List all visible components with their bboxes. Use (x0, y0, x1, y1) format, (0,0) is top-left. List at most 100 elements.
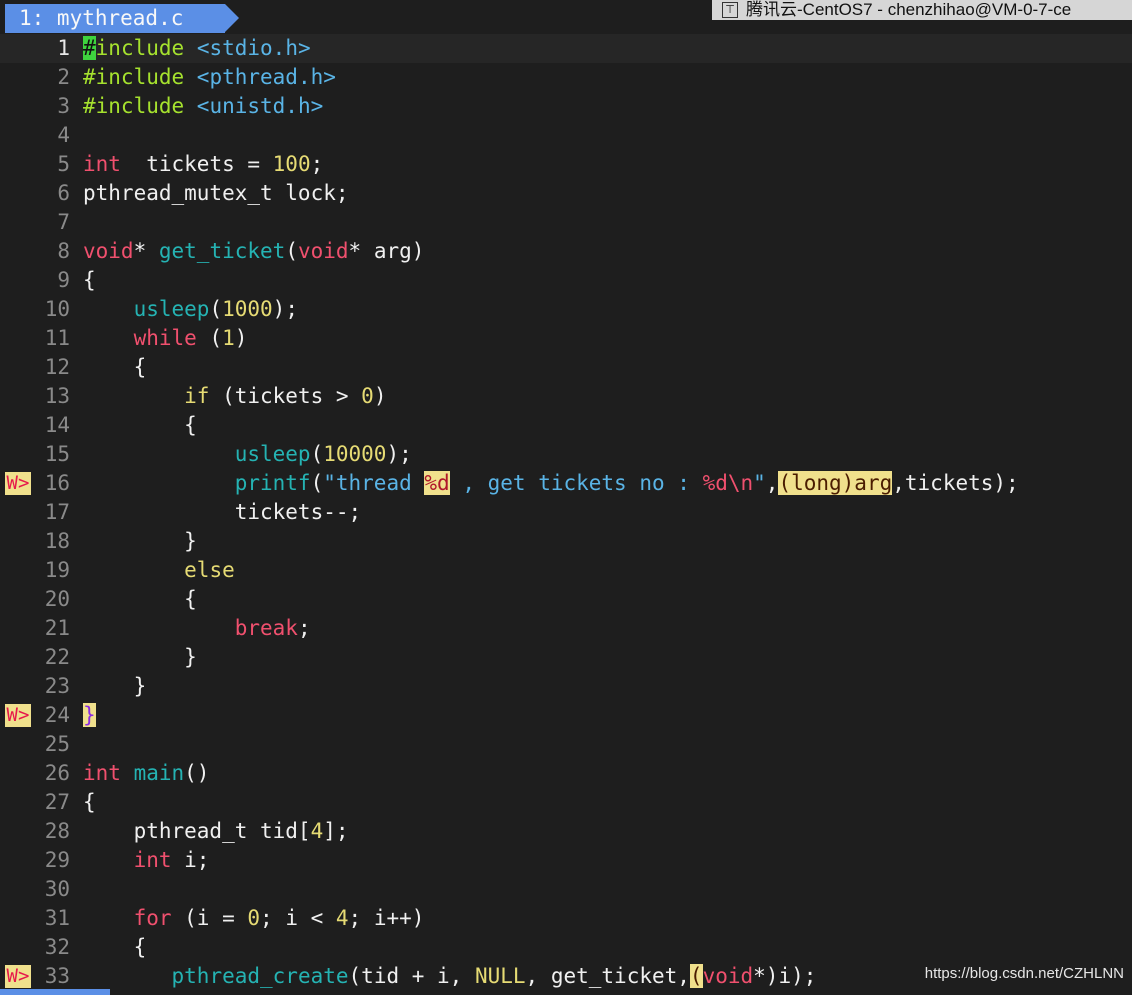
line-number: 2 (57, 65, 70, 89)
code-token: void (702, 964, 754, 988)
code-token: , get tickets no : (449, 471, 703, 495)
code-line[interactable]: 9{ (0, 266, 1132, 295)
code-line[interactable]: W> 16 printf("thread %d , get tickets no … (0, 469, 1132, 498)
line-number: 1 (57, 36, 70, 60)
pin-icon[interactable]: ⊤ (722, 2, 738, 18)
code-token: { (83, 790, 96, 814)
code-line[interactable]: 15 usleep(10000); (0, 440, 1132, 469)
code-token: ) (234, 326, 248, 350)
code-line[interactable]: 32 { (0, 933, 1132, 962)
line-number: 11 (44, 326, 70, 350)
code-text: break; (83, 614, 311, 643)
line-number: 32 (44, 935, 70, 959)
line-number: 23 (44, 674, 70, 698)
code-line[interactable]: 22 } (0, 643, 1132, 672)
code-token: , get_ticket, (525, 964, 690, 988)
code-line[interactable]: 20 { (0, 585, 1132, 614)
code-text: tickets--; (83, 498, 361, 527)
code-line[interactable]: 18 } (0, 527, 1132, 556)
code-token: ( (196, 326, 223, 350)
line-number: 20 (44, 587, 70, 611)
line-number: 13 (44, 384, 70, 408)
line-number: 27 (44, 790, 70, 814)
code-line[interactable]: W> 24} (0, 701, 1132, 730)
line-number: 24 (44, 703, 70, 727)
code-token: void (297, 239, 349, 263)
code-token: for (133, 906, 172, 930)
code-line[interactable]: 28 pthread_t tid[4]; (0, 817, 1132, 846)
code-token: } (83, 529, 197, 553)
code-token: NULL (474, 964, 526, 988)
warning-sign-icon: W> (5, 472, 31, 495)
code-text: if (tickets > 0) (83, 382, 386, 411)
code-line[interactable]: 3 #include <unistd.h> (0, 92, 1132, 121)
watermark: https://blog.csdn.net/CZHLNN (924, 965, 1124, 982)
code-line[interactable]: 31 for (i = 0; i < 4; i++) (0, 904, 1132, 933)
code-line[interactable]: 7 (0, 208, 1132, 237)
line-number: 21 (44, 616, 70, 640)
code-line[interactable]: 2 #include <pthread.h> (0, 63, 1132, 92)
code-token: pthread_t tid[ (83, 819, 311, 843)
code-text: { (83, 353, 147, 382)
line-number: 5 (57, 152, 70, 176)
code-token: (long)arg (778, 471, 893, 495)
code-token: void (83, 239, 134, 263)
code-line[interactable]: 25 (0, 730, 1132, 759)
code-line[interactable]: 19 else (0, 556, 1132, 585)
code-token: * arg) (348, 239, 425, 263)
code-token: 100 (272, 152, 311, 176)
code-token: { (83, 268, 96, 292)
code-line[interactable]: 29 int i; (0, 846, 1132, 875)
code-token: () (184, 761, 210, 785)
code-token: 1 (222, 326, 235, 350)
code-token: #include (83, 65, 197, 89)
code-token: ( (310, 442, 324, 466)
code-line[interactable]: 14 { (0, 411, 1132, 440)
code-line[interactable]: 26 int main() (0, 759, 1132, 788)
code-line[interactable]: 5 int tickets = 100; (0, 150, 1132, 179)
code-line[interactable]: 11 while (1) (0, 324, 1132, 353)
code-line[interactable]: 1 #include <stdio.h> (0, 34, 1132, 63)
code-token: usleep (234, 442, 311, 466)
code-line[interactable]: 13 if (tickets > 0) (0, 382, 1132, 411)
line-number: 33 (44, 964, 70, 988)
code-line[interactable]: 4 (0, 121, 1132, 150)
code-line[interactable]: 30 (0, 875, 1132, 904)
code-token: <pthread.h> (196, 65, 336, 89)
code-token: int (133, 848, 172, 872)
code-text: { (83, 933, 147, 962)
code-token: ]; (323, 819, 349, 843)
code-token: ; (297, 616, 311, 640)
code-token: (i = (171, 906, 248, 930)
code-token: pthread_mutex_t lock; (83, 181, 349, 205)
code-text: void* get_ticket(void* arg) (83, 237, 424, 266)
code-line[interactable]: 17 tickets--; (0, 498, 1132, 527)
code-token: pthread_create (171, 964, 349, 988)
code-token: tickets = (120, 152, 273, 176)
code-token: ; (310, 152, 324, 176)
code-text: int tickets = 100; (83, 150, 323, 179)
code-text: } (83, 643, 197, 672)
code-text: while (1) (83, 324, 248, 353)
code-text: #include <stdio.h> (83, 34, 311, 63)
code-line[interactable]: 10 usleep(1000); (0, 295, 1132, 324)
code-text: int main() (83, 759, 209, 788)
code-token: usleep (133, 297, 210, 321)
line-number: 10 (44, 297, 70, 321)
code-line[interactable]: 8 void* get_ticket(void* arg) (0, 237, 1132, 266)
code-token: { (83, 935, 147, 959)
code-editor[interactable]: 1 #include <stdio.h> 2 #include <pthread.h>… (0, 34, 1132, 991)
code-line[interactable]: 23 } (0, 672, 1132, 701)
code-line[interactable]: 27 { (0, 788, 1132, 817)
code-token: #include (83, 94, 197, 118)
code-token: <stdio.h> (196, 36, 311, 60)
code-token: else (184, 558, 235, 582)
code-line[interactable]: 6 pthread_mutex_t lock; (0, 179, 1132, 208)
code-token: ; i < (260, 906, 336, 930)
buffer-tab[interactable]: 1: mythread.c (5, 4, 225, 33)
code-line[interactable]: 21 break; (0, 614, 1132, 643)
code-line[interactable]: 12 { (0, 353, 1132, 382)
